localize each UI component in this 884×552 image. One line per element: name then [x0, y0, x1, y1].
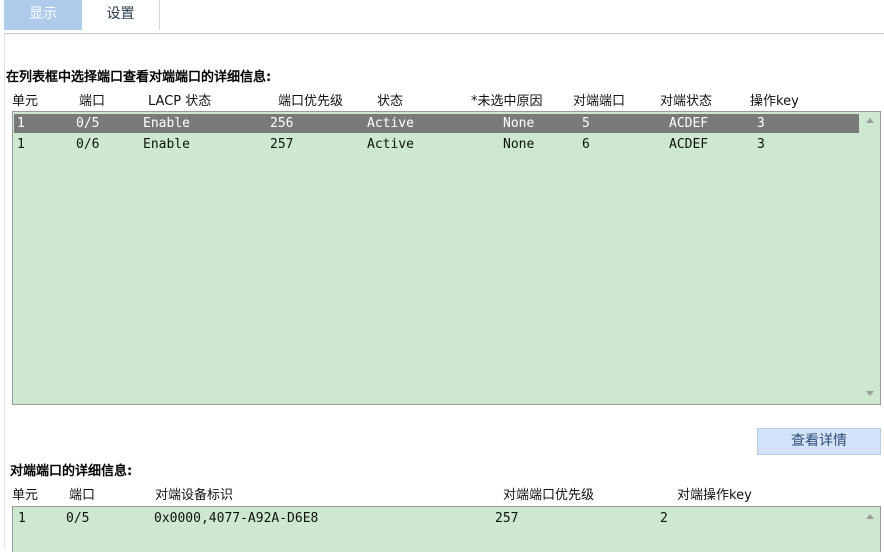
col-header-lacp-status: LACP 状态 — [148, 94, 212, 109]
cell-oper-key: 3 — [757, 137, 765, 152]
cell-peer-state: ACDEF — [669, 116, 709, 131]
view-details-button[interactable]: 查看详情 — [757, 428, 881, 455]
table-row[interactable]: 1 0/5 Enable 256 Active None 5 ACDEF 3 — [14, 114, 859, 133]
cell-lacp: Enable — [143, 137, 190, 152]
col-header-port-priority: 端口优先级 — [278, 94, 344, 109]
cell-state: Active — [367, 137, 414, 152]
cell-reason: None — [503, 137, 535, 152]
col-header-peer-device-id: 对端设备标识 — [155, 488, 234, 503]
tab-settings[interactable]: 设置 — [82, 0, 160, 30]
cell-state: Active — [367, 116, 414, 131]
cell-peer-device-id: 0x0000,4077-A92A-D6E8 — [154, 511, 319, 526]
tab-display[interactable]: 显示 — [4, 0, 82, 30]
ports-scrollbar[interactable] — [860, 112, 880, 404]
cell-reason: None — [503, 116, 535, 131]
cell-priority: 257 — [270, 137, 294, 152]
scroll-down-icon[interactable] — [866, 391, 874, 396]
peer-scrollbar[interactable] — [860, 507, 880, 552]
cell-peer-state: ACDEF — [669, 137, 709, 152]
peer-section-title: 对端端口的详细信息: — [10, 464, 133, 479]
col-header-peer-port: 对端端口 — [573, 94, 626, 109]
ports-listbox[interactable]: 1 0/5 Enable 256 Active None 5 ACDEF 3 1… — [12, 111, 881, 405]
table-row[interactable]: 1 0/5 0x0000,4077-A92A-D6E8 257 2 — [14, 509, 859, 528]
col-header-port: 端口 — [79, 94, 106, 109]
col-header-state: 状态 — [377, 94, 404, 109]
table-row[interactable]: 1 0/6 Enable 257 Active None 6 ACDEF 3 — [14, 135, 859, 154]
col-header-peer-state: 对端状态 — [660, 94, 713, 109]
cell-peer-port: 5 — [582, 116, 590, 131]
cell-port: 0/6 — [76, 137, 100, 152]
cell-unit: 1 — [17, 116, 25, 131]
tab-divider — [4, 33, 884, 34]
tab-bar: 显示 设置 — [0, 0, 884, 30]
col-header-unit: 单元 — [12, 94, 39, 109]
cell-lacp: Enable — [143, 116, 190, 131]
ports-table-header: 单元 端口 LACP 状态 端口优先级 状态 *未选中原因 对端端口 对端状态 … — [0, 90, 884, 109]
cell-oper-key: 3 — [757, 116, 765, 131]
scroll-up-icon[interactable] — [866, 514, 874, 519]
peer-table-header: 单元 端口 对端设备标识 对端端口优先级 对端操作key — [0, 484, 884, 503]
cell-peer-port: 6 — [582, 137, 590, 152]
col-header-peer-port-priority: 对端端口优先级 — [503, 488, 595, 503]
col-header-unselected-reason: *未选中原因 — [471, 94, 543, 109]
ports-section-title: 在列表框中选择端口查看对端端口的详细信息: — [6, 70, 272, 85]
col-header-peer-oper-key: 对端操作key — [677, 488, 752, 503]
cell-unit: 1 — [18, 511, 26, 526]
scroll-up-icon[interactable] — [866, 118, 874, 123]
cell-unit: 1 — [17, 137, 25, 152]
cell-peer-oper-key: 2 — [660, 511, 668, 526]
peer-listbox[interactable]: 1 0/5 0x0000,4077-A92A-D6E8 257 2 — [12, 506, 881, 552]
col-header-oper-key: 操作key — [750, 94, 799, 109]
cell-peer-priority: 257 — [495, 511, 519, 526]
cell-port: 0/5 — [76, 116, 100, 131]
col-header-unit: 单元 — [12, 488, 39, 503]
cell-priority: 256 — [270, 116, 294, 131]
content-left-border — [4, 34, 5, 549]
cell-port: 0/5 — [66, 511, 90, 526]
col-header-port: 端口 — [69, 488, 96, 503]
